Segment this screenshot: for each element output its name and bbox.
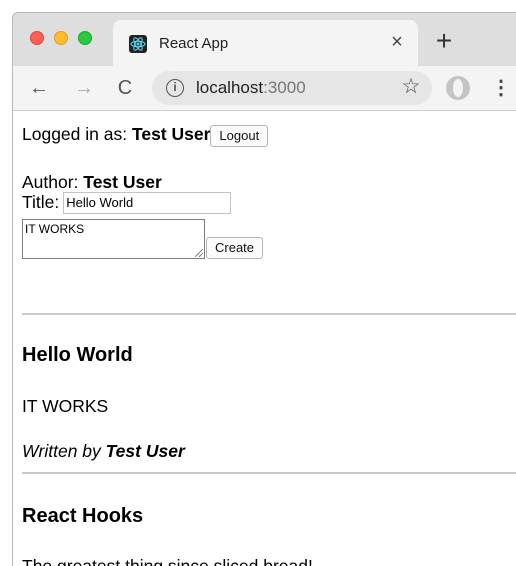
profile-avatar-icon[interactable] (446, 76, 470, 100)
post-title: React Hooks (22, 505, 144, 527)
title-input[interactable]: Hello World (63, 192, 232, 214)
kebab-menu-icon[interactable]: ⋮ (491, 74, 511, 102)
address-bar[interactable]: i localhost:3000 ☆ (152, 71, 432, 105)
browser-window: React App × + ← → C i localhost:3000 ☆ ⋮… (12, 12, 516, 566)
title-label: Title: (22, 192, 60, 212)
tab-title: React App (159, 35, 229, 52)
url-port: :3000 (263, 78, 306, 97)
resize-grip-icon[interactable] (195, 249, 203, 257)
user-bar: Logged in as: Test User Logout (22, 124, 269, 147)
reload-icon[interactable]: C (111, 74, 139, 102)
author-line: Author: Test User (22, 172, 162, 192)
logged-in-label: Logged in as: (22, 124, 132, 144)
url-text: localhost:3000 (196, 78, 306, 98)
byline-prefix: Written by (22, 441, 106, 461)
url-host: localhost (196, 78, 264, 97)
back-arrow-icon[interactable]: ← (25, 74, 53, 102)
window-maximize-button[interactable] (78, 31, 92, 45)
tab-react-app[interactable]: React App × (113, 20, 418, 66)
content-text: IT WORKS (25, 222, 85, 236)
author-name: Test User (83, 172, 162, 192)
tab-strip: React App × + (13, 13, 516, 66)
bookmark-star-icon[interactable]: ☆ (399, 75, 423, 99)
info-icon[interactable]: i (166, 79, 184, 97)
post-author: Test User (105, 441, 185, 461)
logout-button[interactable]: Logout (210, 125, 269, 147)
post-content: The greatest thing since sliced bread! (22, 556, 313, 566)
page-content: Logged in as: Test User Logout Author: Te… (13, 111, 516, 566)
post-title: Hello World (22, 344, 133, 366)
browser-toolbar: ← → C i localhost:3000 ☆ ⋮ (13, 66, 516, 111)
username: Test User (131, 124, 211, 144)
window-close-button[interactable] (30, 31, 44, 45)
post-byline: Written by Test User (22, 441, 185, 461)
create-button[interactable]: Create (206, 237, 264, 259)
new-tab-button[interactable]: + (429, 27, 459, 57)
author-label: Author: (22, 172, 84, 192)
divider (22, 313, 516, 315)
content-row: IT WORKS Create (22, 219, 264, 259)
post-content: IT WORKS (22, 396, 109, 416)
content-textarea[interactable]: IT WORKS (22, 219, 205, 259)
close-icon[interactable]: × (386, 31, 408, 53)
window-minimize-button[interactable] (54, 31, 68, 45)
forward-arrow-icon[interactable]: → (70, 74, 98, 102)
divider (22, 472, 516, 474)
title-row: Title: Hello World (22, 192, 232, 214)
react-logo-icon (129, 35, 147, 53)
